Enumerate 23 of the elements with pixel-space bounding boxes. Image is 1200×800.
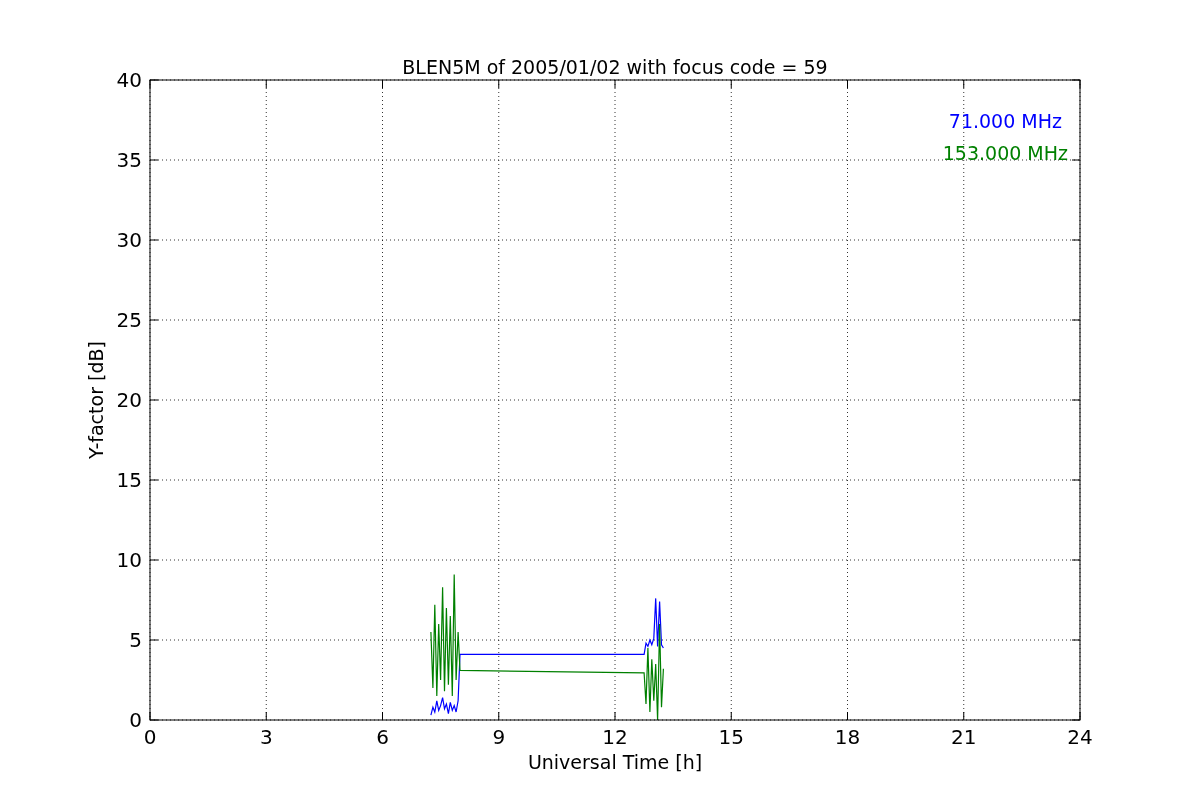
y-tick-label: 25 [116,308,142,332]
x-tick-label: 6 [376,725,389,749]
y-axis-label: Y-factor [dB] [85,341,107,459]
y-tick-label: 10 [116,548,142,572]
y-tick-label: 30 [116,228,142,252]
y-tick-label: 0 [129,708,142,732]
x-tick-label: 12 [602,725,628,749]
x-tick-label: 18 [834,725,861,749]
x-tick-label: 3 [259,725,273,749]
x-tick-label: 0 [143,725,157,749]
x-tick-label: 21 [951,725,977,749]
x-tick-label: 24 [1067,725,1093,749]
x-tick-label: 9 [492,725,506,749]
chart-title: BLEN5M of 2005/01/02 with focus code = 59 [402,56,828,78]
x-axis-label: Universal Time [h] [527,751,703,773]
legend-label: 71.000 MHz [948,110,1062,132]
y-tick-label: 35 [116,148,142,172]
y-tick-label: 15 [116,468,142,492]
y-tick-label: 5 [129,628,142,652]
y-tick-label: 20 [116,388,142,412]
x-tick-label: 15 [718,725,744,749]
legend-label: 153.000 MHz [942,142,1068,164]
y-tick-label: 40 [116,68,142,92]
